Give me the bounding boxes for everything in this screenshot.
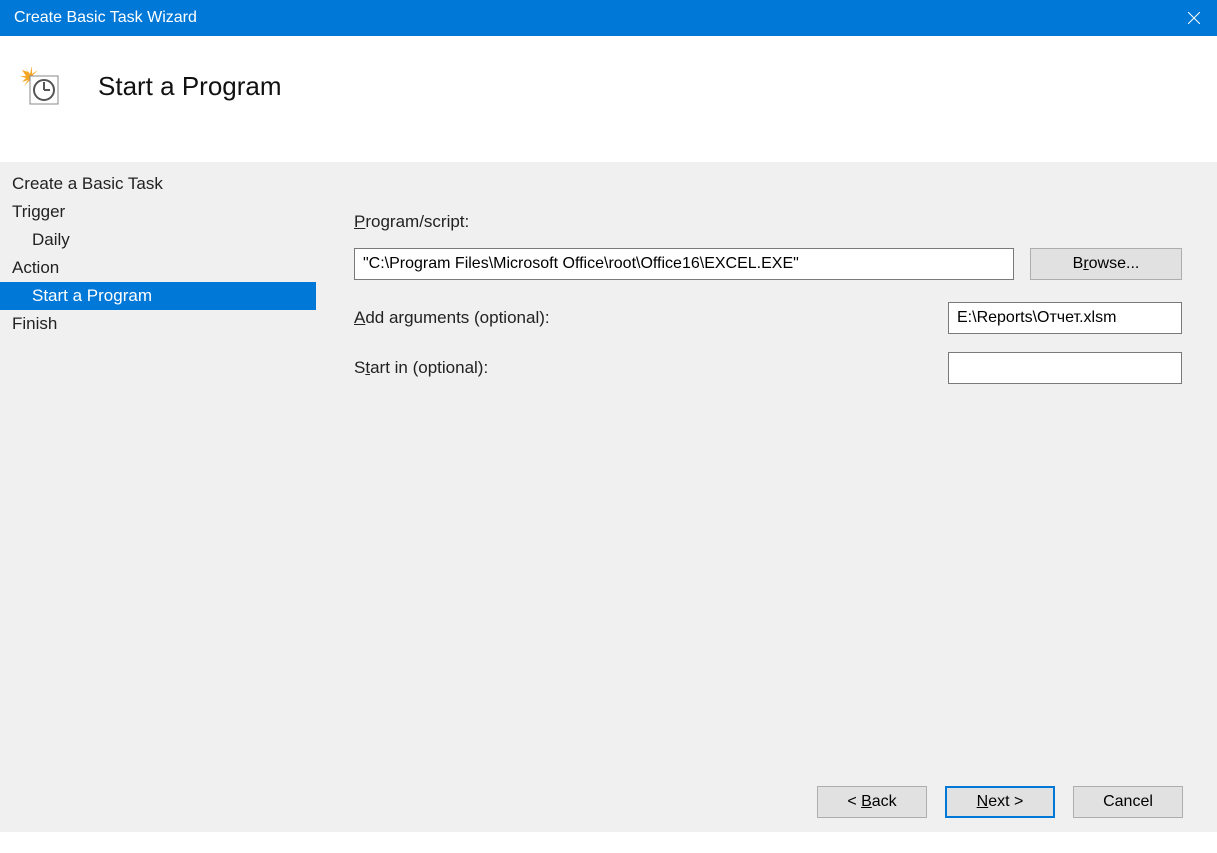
sidebar-item-action[interactable]: Action	[0, 254, 316, 282]
next-button[interactable]: Next >	[945, 786, 1055, 818]
task-scheduler-icon	[18, 64, 62, 108]
close-button[interactable]	[1171, 0, 1217, 36]
sidebar-item-create-basic-task[interactable]: Create a Basic Task	[0, 170, 316, 198]
wizard-footer: < Back Next > Cancel	[0, 772, 1217, 832]
titlebar: Create Basic Task Wizard	[0, 0, 1217, 36]
start-in-input[interactable]	[948, 352, 1182, 384]
page-title: Start a Program	[98, 71, 282, 102]
add-arguments-input[interactable]	[948, 302, 1182, 334]
sidebar-item-finish[interactable]: Finish	[0, 310, 316, 338]
back-button[interactable]: < Back	[817, 786, 927, 818]
wizard-steps-sidebar: Create a Basic Task Trigger Daily Action…	[0, 162, 316, 772]
sidebar-item-start-program[interactable]: Start a Program	[0, 282, 316, 310]
start-in-label: Start in (optional):	[354, 358, 488, 378]
wizard-main-panel: Program/script: Browse... Add arguments …	[316, 162, 1217, 772]
program-script-label: Program/script:	[354, 212, 469, 231]
wizard-header: Start a Program	[0, 36, 1217, 162]
sidebar-item-trigger[interactable]: Trigger	[0, 198, 316, 226]
sidebar-item-daily[interactable]: Daily	[0, 226, 316, 254]
add-arguments-label: Add arguments (optional):	[354, 308, 550, 328]
window-title: Create Basic Task Wizard	[14, 9, 197, 27]
cancel-button[interactable]: Cancel	[1073, 786, 1183, 818]
wizard-body: Create a Basic Task Trigger Daily Action…	[0, 162, 1217, 772]
close-icon	[1188, 12, 1200, 24]
program-script-input[interactable]	[354, 248, 1014, 280]
browse-button[interactable]: Browse...	[1030, 248, 1182, 280]
